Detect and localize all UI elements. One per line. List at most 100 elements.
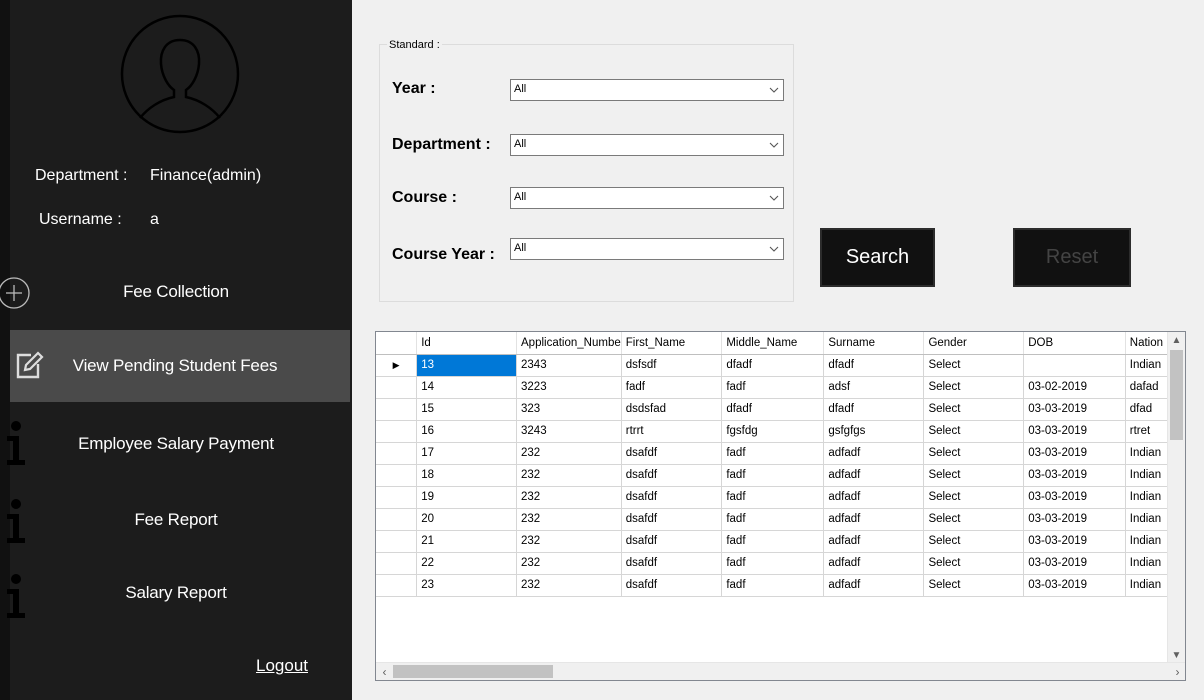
table-cell[interactable]: adfadf: [823, 508, 925, 531]
column-header[interactable]: Id: [416, 332, 518, 355]
row-header[interactable]: [376, 376, 418, 399]
table-cell[interactable]: 03-03-2019: [1023, 530, 1126, 553]
table-cell[interactable]: fadf: [621, 376, 723, 399]
table-cell[interactable]: dsafdf: [621, 552, 723, 575]
table-cell[interactable]: fadf: [721, 508, 825, 531]
table-cell[interactable]: Select: [923, 552, 1025, 575]
table-cell[interactable]: fadf: [721, 530, 825, 553]
table-cell[interactable]: dfadf: [823, 354, 925, 377]
table-cell[interactable]: 3243: [516, 420, 622, 443]
scroll-left-icon[interactable]: ‹: [376, 663, 393, 680]
table-cell[interactable]: Select: [923, 420, 1025, 443]
row-header[interactable]: [376, 530, 418, 553]
logout-link[interactable]: Logout: [256, 656, 308, 676]
table-cell[interactable]: dfadf: [721, 354, 825, 377]
table-cell[interactable]: 232: [516, 530, 622, 553]
course-year-select[interactable]: All: [510, 238, 784, 260]
student-fees-grid[interactable]: Id Application_Numbe First_Name Middle_N…: [375, 331, 1186, 681]
table-cell[interactable]: dsafdf: [621, 530, 723, 553]
table-row[interactable]: 23 232 dsafdf fadf adfadf Select 03-03-2019 Ind…: [376, 574, 1185, 597]
nav-view-pending-student-fees[interactable]: View Pending Student Fees: [10, 330, 350, 402]
table-cell[interactable]: adfadf: [823, 486, 925, 509]
column-header[interactable]: Surname: [823, 332, 925, 355]
nav-salary-report[interactable]: Salary Report: [0, 557, 352, 629]
course-select[interactable]: All: [510, 187, 784, 209]
search-button[interactable]: Search: [820, 228, 935, 287]
table-row[interactable]: 19 232 dsafdf fadf adfadf Select 03-03-2019 Ind…: [376, 486, 1185, 509]
table-row[interactable]: ▶ 13 2343 dsfsdf dfadf dfadf Select Indian: [376, 354, 1185, 377]
table-cell[interactable]: dsafdf: [621, 508, 723, 531]
current-row-indicator-icon[interactable]: ▶: [376, 354, 418, 377]
table-cell[interactable]: adfadf: [823, 552, 925, 575]
vertical-scroll-thumb[interactable]: [1170, 350, 1183, 440]
row-header[interactable]: [376, 420, 418, 443]
nav-fee-collection[interactable]: Fee Collection: [0, 256, 352, 328]
table-cell[interactable]: [1023, 354, 1126, 377]
table-cell[interactable]: Select: [923, 574, 1025, 597]
table-cell[interactable]: 13: [416, 354, 518, 377]
table-cell[interactable]: adfadf: [823, 464, 925, 487]
table-cell[interactable]: 20: [416, 508, 518, 531]
column-header[interactable]: Application_Numbe: [516, 332, 622, 355]
table-cell[interactable]: 03-03-2019: [1023, 486, 1126, 509]
row-header[interactable]: [376, 552, 418, 575]
table-cell[interactable]: Select: [923, 464, 1025, 487]
table-cell[interactable]: dsdsfad: [621, 398, 723, 421]
department-select[interactable]: All: [510, 134, 784, 156]
table-row[interactable]: 17 232 dsafdf fadf adfadf Select 03-03-2019 Ind…: [376, 442, 1185, 465]
table-cell[interactable]: Select: [923, 442, 1025, 465]
table-cell[interactable]: Select: [923, 398, 1025, 421]
table-cell[interactable]: 03-03-2019: [1023, 398, 1126, 421]
row-header[interactable]: [376, 486, 418, 509]
table-cell[interactable]: Select: [923, 354, 1025, 377]
table-cell[interactable]: dsafdf: [621, 442, 723, 465]
table-cell[interactable]: 03-03-2019: [1023, 574, 1126, 597]
table-cell[interactable]: fadf: [721, 552, 825, 575]
table-row[interactable]: 15 323 dsdsfad dfadf dfadf Select 03-03-2019 df…: [376, 398, 1185, 421]
table-cell[interactable]: Select: [923, 530, 1025, 553]
column-header[interactable]: Gender: [923, 332, 1025, 355]
table-cell[interactable]: 3223: [516, 376, 622, 399]
table-cell[interactable]: 03-03-2019: [1023, 464, 1126, 487]
table-cell[interactable]: dsafdf: [621, 486, 723, 509]
table-cell[interactable]: 16: [416, 420, 518, 443]
table-cell[interactable]: adfadf: [823, 442, 925, 465]
row-header[interactable]: [376, 508, 418, 531]
table-row[interactable]: 20 232 dsafdf fadf adfadf Select 03-03-2019 Ind…: [376, 508, 1185, 531]
table-cell[interactable]: Select: [923, 508, 1025, 531]
table-cell[interactable]: adfadf: [823, 574, 925, 597]
column-header[interactable]: First_Name: [621, 332, 723, 355]
scroll-right-icon[interactable]: ›: [1169, 663, 1185, 680]
reset-button[interactable]: Reset: [1013, 228, 1131, 287]
row-header[interactable]: [376, 398, 418, 421]
table-cell[interactable]: 232: [516, 574, 622, 597]
table-cell[interactable]: 03-03-2019: [1023, 442, 1126, 465]
table-row[interactable]: 16 3243 rtrrt fgsfdg gsfgfgs Select 03-03-2019…: [376, 420, 1185, 443]
nav-fee-report[interactable]: Fee Report: [0, 484, 352, 556]
table-cell[interactable]: 14: [416, 376, 518, 399]
table-cell[interactable]: fadf: [721, 574, 825, 597]
table-cell[interactable]: 19: [416, 486, 518, 509]
table-cell[interactable]: dfadf: [823, 398, 925, 421]
column-header[interactable]: DOB: [1023, 332, 1126, 355]
year-select[interactable]: All: [510, 79, 784, 101]
table-cell[interactable]: adsf: [823, 376, 925, 399]
table-cell[interactable]: fgsfdg: [721, 420, 825, 443]
table-cell[interactable]: 232: [516, 508, 622, 531]
table-cell[interactable]: 03-02-2019: [1023, 376, 1126, 399]
table-cell[interactable]: 03-03-2019: [1023, 552, 1126, 575]
table-cell[interactable]: fadf: [721, 376, 825, 399]
table-cell[interactable]: 03-03-2019: [1023, 508, 1126, 531]
table-cell[interactable]: 232: [516, 442, 622, 465]
scroll-up-icon[interactable]: ▲: [1168, 332, 1185, 349]
table-cell[interactable]: fadf: [721, 464, 825, 487]
table-cell[interactable]: fadf: [721, 442, 825, 465]
table-row[interactable]: 18 232 dsafdf fadf adfadf Select 03-03-2019 Ind…: [376, 464, 1185, 487]
table-cell[interactable]: rtrrt: [621, 420, 723, 443]
table-cell[interactable]: dsfsdf: [621, 354, 723, 377]
horizontal-scrollbar[interactable]: ‹ ›: [376, 662, 1185, 680]
table-cell[interactable]: 232: [516, 464, 622, 487]
table-row[interactable]: 14 3223 fadf fadf adsf Select 03-02-2019 dafad: [376, 376, 1185, 399]
table-cell[interactable]: 03-03-2019: [1023, 420, 1126, 443]
table-cell[interactable]: dfadf: [721, 398, 825, 421]
